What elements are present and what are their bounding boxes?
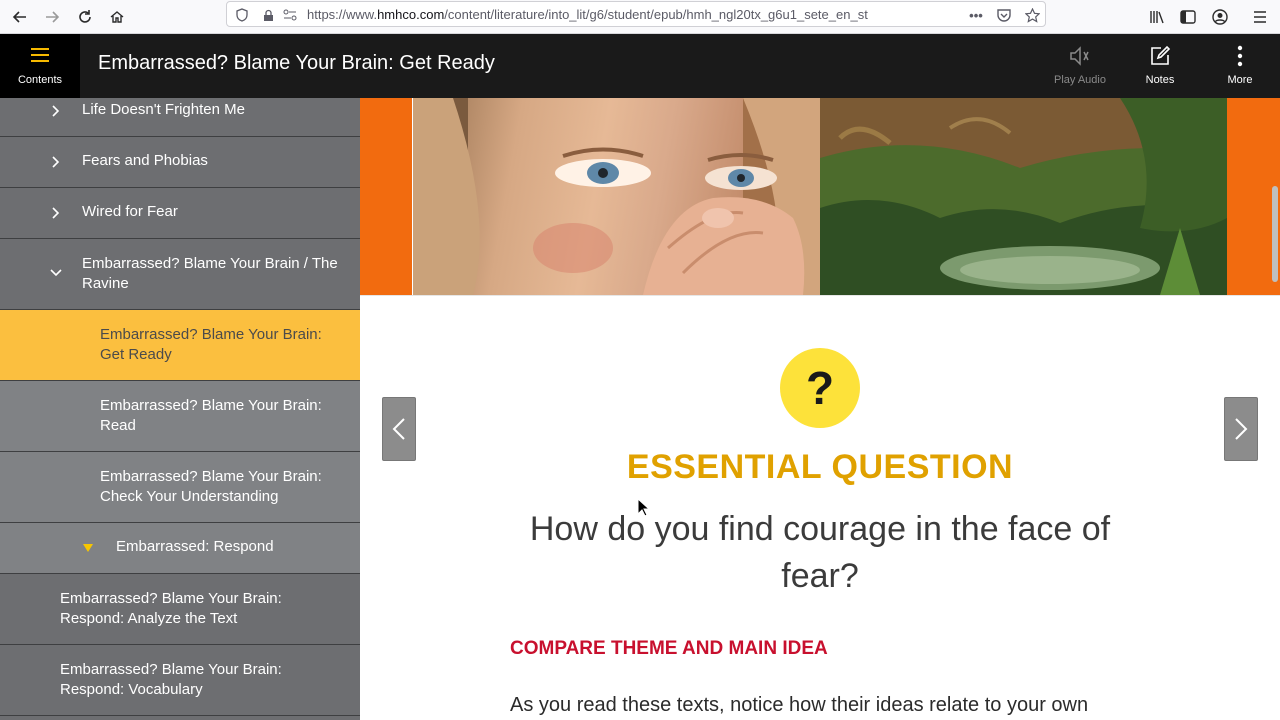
toc-item-label: Embarrassed? Blame Your Brain: Check You… [100, 468, 322, 505]
toc-item-vocabulary[interactable]: Embarrassed? Blame Your Brain: Respond: … [0, 645, 360, 716]
toc-item-wired-for-fear[interactable]: Wired for Fear [0, 188, 360, 239]
pencil-note-icon [1120, 45, 1200, 67]
browser-menu-icon[interactable] [1246, 3, 1274, 31]
forward-arrow-icon[interactable] [38, 3, 66, 31]
toc-item-label: Wired for Fear [82, 203, 178, 220]
page-actions-icon[interactable]: ••• [967, 6, 985, 24]
address-bar[interactable]: https://www.hmhco.com/content/literature… [226, 1, 1046, 27]
contents-button[interactable]: Contents [0, 34, 80, 98]
toc-item-life-doesnt-frighten-me[interactable]: Life Doesn't Frighten Me [0, 98, 360, 137]
caret-down-icon [81, 541, 95, 555]
account-icon[interactable] [1206, 3, 1234, 31]
chevron-down-icon [49, 266, 63, 280]
toc-item-read[interactable]: Embarrassed? Blame Your Brain: Read [0, 381, 360, 452]
more-label: More [1227, 74, 1253, 86]
essential-question-text: How do you find courage in the face of f… [529, 510, 1111, 595]
compare-theme-heading: COMPARE THEME AND MAIN IDEA [510, 638, 828, 659]
toc-item-label: Life Doesn't Frighten Me [82, 101, 245, 118]
toc-item-label: Embarrassed? Blame Your Brain: Respond: … [60, 590, 282, 627]
toc-item-embarrassed-respond[interactable]: Embarrassed: Respond [0, 523, 360, 574]
play-audio-button[interactable]: Play Audio [1040, 34, 1120, 98]
permissions-icon[interactable] [281, 6, 299, 24]
hero-image-ravine [820, 98, 1227, 295]
sidebar-toggle-icon[interactable] [1174, 3, 1202, 31]
url-prefix: https://www. [307, 7, 378, 22]
toc-item-analyze-the-text[interactable]: Embarrassed? Blame Your Brain: Respond: … [0, 574, 360, 645]
chevron-left-icon [392, 418, 405, 440]
url-host: hmhco.com [377, 7, 445, 22]
app-header: Contents Embarrassed? Blame Your Brain: … [0, 34, 1280, 98]
scrollbar-thumb[interactable] [1272, 186, 1278, 282]
essential-question-heading: ESSENTIAL QUESTION [626, 448, 1014, 486]
mouse-cursor-icon [637, 498, 651, 517]
toc-item-fears-and-phobias[interactable]: Fears and Phobias [0, 137, 360, 188]
notes-button[interactable]: Notes [1120, 34, 1200, 98]
reload-icon[interactable] [71, 3, 99, 31]
toc-item-label: Embarrassed? Blame Your Brain / The Ravi… [82, 255, 338, 292]
speaker-icon [1040, 45, 1120, 67]
page-title: Embarrassed? Blame Your Brain: Get Ready [98, 52, 495, 74]
toc-item-embarrassed-ravine[interactable]: Embarrassed? Blame Your Brain / The Ravi… [0, 239, 360, 310]
contents-label: Contents [17, 74, 63, 86]
toc-item-label: Embarrassed: Respond [116, 538, 274, 555]
url-path: /content/literature/into_lit/g6/student/… [444, 7, 868, 22]
library-icon[interactable] [1143, 3, 1171, 31]
divider [360, 295, 1280, 296]
tracking-shield-icon[interactable] [233, 6, 251, 24]
toc-item-label: Embarrassed? Blame Your Brain: Respond: … [60, 661, 282, 698]
play-audio-label: Play Audio [1054, 74, 1106, 86]
body-paragraph: As you read these texts, notice how thei… [510, 694, 1089, 716]
table-of-contents: Life Doesn't Frighten Me Fears and Phobi… [0, 98, 360, 720]
lock-icon[interactable] [259, 6, 277, 24]
bookmark-star-icon[interactable] [1023, 6, 1041, 24]
toc-item-get-ready[interactable]: Embarrassed? Blame Your Brain: Get Ready [0, 310, 360, 381]
hamburger-menu-icon [31, 48, 49, 62]
chevron-right-icon [1235, 418, 1248, 440]
browser-toolbar: https://www.hmhco.com/content/literature… [0, 0, 1280, 34]
notes-label: Notes [1145, 74, 1175, 86]
hero-band-left [360, 98, 412, 295]
pocket-icon[interactable] [995, 6, 1013, 24]
home-icon[interactable] [103, 3, 131, 31]
chevron-right-icon [49, 206, 63, 220]
toc-item-check-understanding[interactable]: Embarrassed? Blame Your Brain: Check You… [0, 452, 360, 523]
url-text[interactable]: https://www.hmhco.com/content/literature… [307, 7, 947, 22]
toc-item-next[interactable] [0, 716, 360, 720]
toc-item-label: Embarrassed? Blame Your Brain: Get Ready [100, 326, 322, 363]
toc-item-label: Embarrassed? Blame Your Brain: Read [100, 397, 322, 434]
question-mark-icon: ? [780, 348, 860, 428]
kebab-menu-icon [1200, 45, 1280, 67]
hero-image-girl [413, 98, 820, 295]
chevron-right-icon [49, 155, 63, 169]
reader-content: ? ESSENTIAL QUESTION How do you find cou… [360, 98, 1280, 720]
more-button[interactable]: More [1200, 34, 1280, 98]
chevron-right-icon [49, 104, 63, 118]
toc-item-label: Fears and Phobias [82, 152, 208, 169]
back-arrow-icon[interactable] [6, 3, 34, 31]
